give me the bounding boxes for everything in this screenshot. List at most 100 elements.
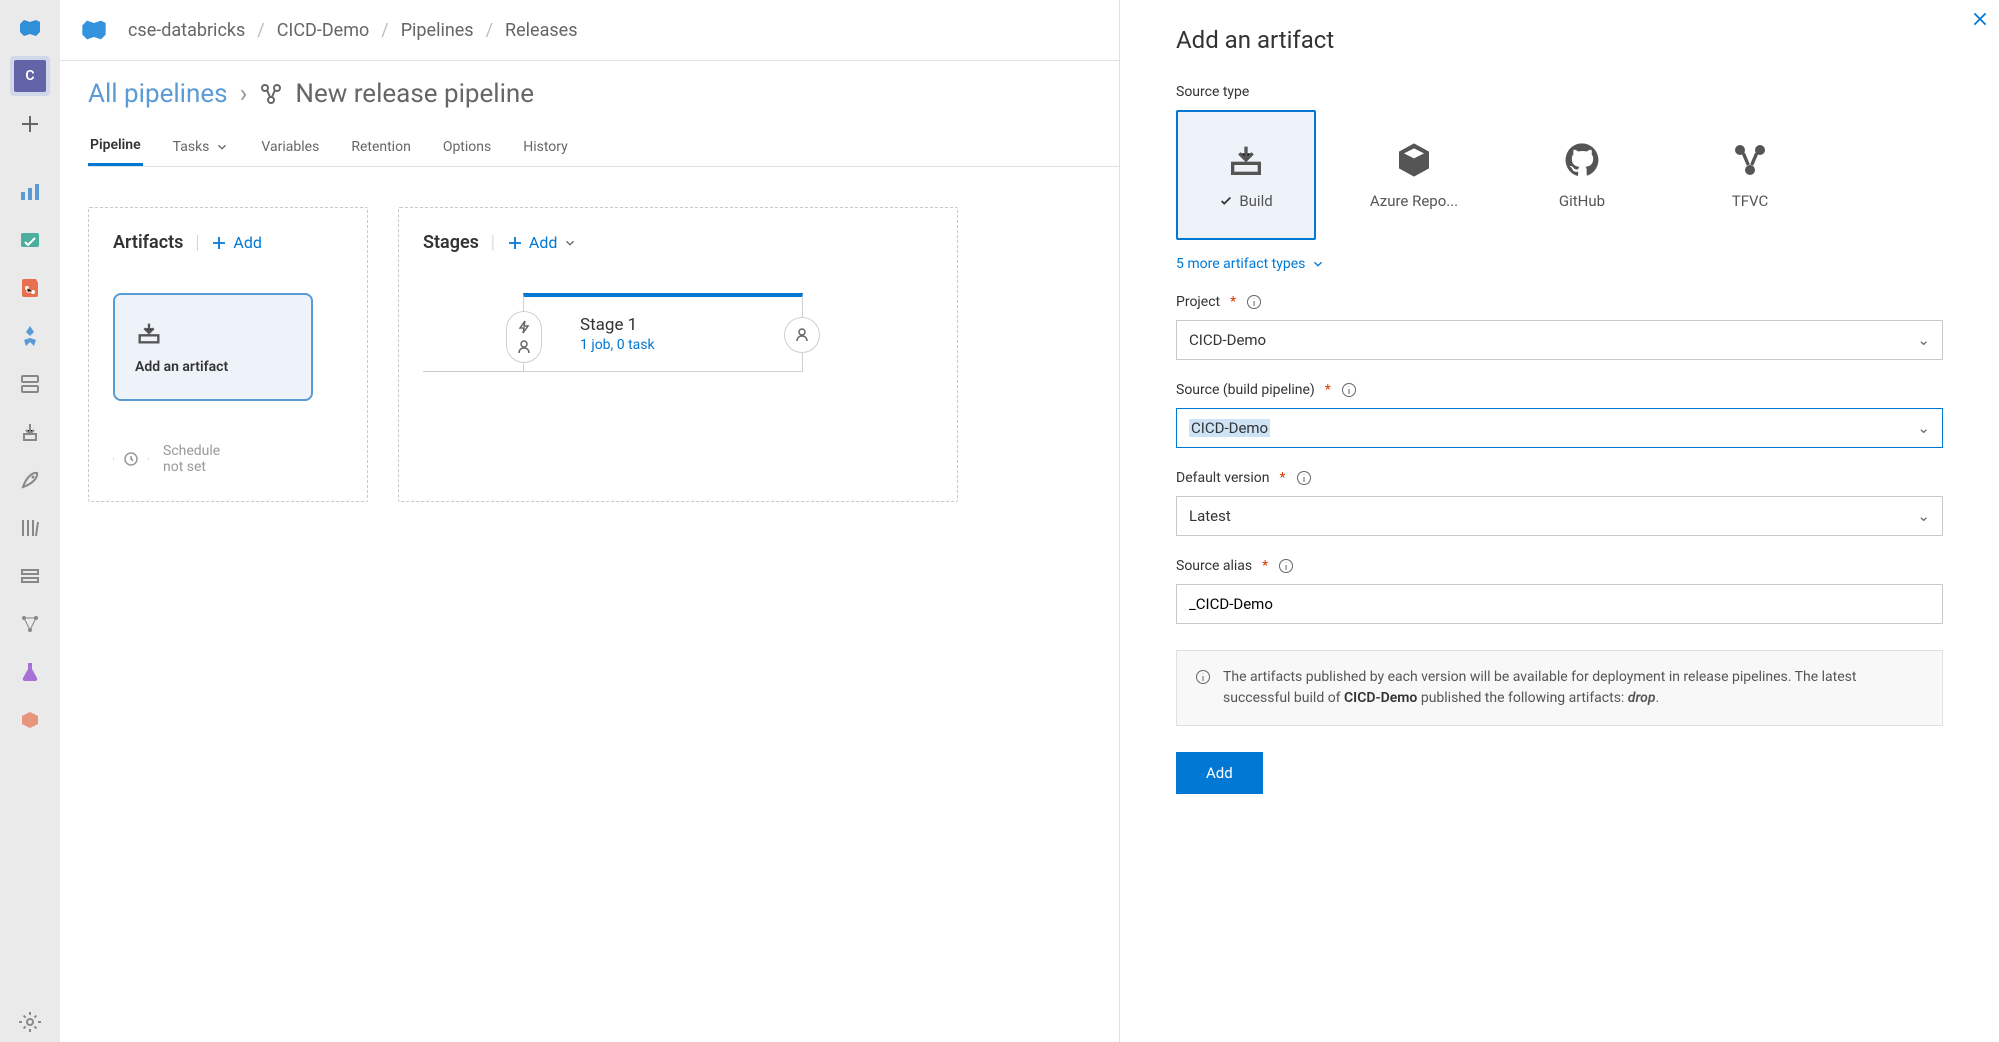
alias-input[interactable] [1176,584,1943,624]
stage-tasks-link[interactable]: 1 job, 0 task [580,337,782,353]
flask-icon [18,660,42,684]
server-icon [18,372,42,396]
nav-pipelines[interactable] [10,316,50,356]
add-button[interactable]: Add [1176,752,1263,794]
add-artifact-panel: Add an artifact Source type Build Azure … [1119,0,1999,1042]
info-icon [1195,669,1211,685]
post-deploy-conditions[interactable] [784,317,820,353]
tfvc-icon [1730,140,1770,180]
source-type-tfvc[interactable]: TFVC [1680,110,1820,240]
github-icon [1562,140,1602,180]
stages-heading: Stages [423,232,479,253]
nav-repos[interactable] [10,268,50,308]
azure-repo-icon [1394,140,1434,180]
add-artifact-link[interactable]: Add [211,233,261,252]
tasks-icon [18,564,42,588]
nav-settings[interactable] [10,1002,50,1042]
tab-options[interactable]: Options [441,127,493,166]
source-label: Source (build pipeline) [1176,382,1315,398]
build-icon [135,319,163,347]
add-stage-link[interactable]: Add [507,233,577,252]
source-select[interactable]: CICD-Demo⌄ [1176,408,1943,448]
alias-label: Source alias [1176,558,1252,574]
info-message: The artifacts published by each version … [1176,650,1943,726]
nav-taskgroups[interactable] [10,556,50,596]
nav-overview[interactable] [10,172,50,212]
crumb-pipelines[interactable]: Pipelines [401,20,474,41]
person-icon [794,327,810,343]
info-icon[interactable] [1296,470,1312,486]
devops-icon [18,16,42,40]
info-icon[interactable] [1341,382,1357,398]
crumb-releases[interactable]: Releases [505,20,577,41]
devops-icon [80,16,108,44]
person-icon [516,339,532,355]
nodes-icon [18,612,42,636]
build-icon [1226,140,1266,180]
chevron-down-icon [215,140,229,154]
chevron-down-icon [563,236,577,250]
pre-deploy-conditions[interactable] [506,311,542,363]
chevron-down-icon [1311,257,1325,271]
nav-new[interactable] [10,104,50,144]
chart-icon [18,180,42,204]
artifacts-panel: Artifacts | Add Add an artifact Schedule… [88,207,368,502]
source-type-build[interactable]: Build [1176,110,1316,240]
project-label: Project [1176,294,1220,310]
repo-icon [18,276,42,300]
source-type-azure-repos[interactable]: Azure Repo... [1344,110,1484,240]
all-pipelines-link[interactable]: All pipelines [88,79,228,109]
nav-launch[interactable] [10,460,50,500]
tab-pipeline[interactable]: Pipeline [88,127,143,166]
gear-icon [18,1010,42,1034]
crumb-org[interactable]: cse-databricks [128,20,245,41]
plus-icon [507,235,523,251]
rocket2-icon [18,468,42,492]
nav-artifacts[interactable] [10,700,50,740]
version-select[interactable]: Latest⌄ [1176,496,1943,536]
rocket-icon [18,324,42,348]
project-avatar[interactable]: C [10,56,50,96]
source-type-label: Source type [1176,84,1943,100]
trigger-icon [516,319,532,335]
deploy-icon [18,420,42,444]
info-icon[interactable] [1246,294,1262,310]
clock-icon [123,451,139,467]
plus-icon [18,112,42,136]
version-label: Default version [1176,470,1269,486]
info-icon[interactable] [1278,558,1294,574]
artifacts-heading: Artifacts [113,232,183,253]
nav-releases[interactable] [10,412,50,452]
package-icon [18,708,42,732]
nav-deploymentgroups[interactable] [10,604,50,644]
tab-history[interactable]: History [521,127,570,166]
pipeline-icon [259,82,283,106]
tab-variables[interactable]: Variables [259,127,321,166]
stage-card[interactable]: Stage 1 1 job, 0 task [523,293,803,372]
add-artifact-card[interactable]: Add an artifact [113,293,313,401]
nav-testplans[interactable] [10,652,50,692]
nav-environments[interactable] [10,364,50,404]
check-icon [1219,194,1233,208]
board-icon [18,228,42,252]
crumb-project[interactable]: CICD-Demo [277,20,370,41]
page-title: New release pipeline [295,79,534,109]
stages-panel: Stages | Add Stage 1 1 job, 0 task [398,207,958,502]
nav-library[interactable] [10,508,50,548]
close-icon [1971,10,1989,28]
chevron-right-icon: › [240,79,248,109]
panel-title: Add an artifact [1176,26,1943,54]
left-sidebar: C [0,0,60,1042]
devops-logo[interactable] [10,8,50,48]
library-icon [18,516,42,540]
source-type-github[interactable]: GitHub [1512,110,1652,240]
nav-boards[interactable] [10,220,50,260]
tab-tasks[interactable]: Tasks [171,127,232,166]
plus-icon [211,235,227,251]
project-select[interactable]: CICD-Demo⌄ [1176,320,1943,360]
more-artifact-types[interactable]: 5 more artifact types [1176,256,1943,272]
close-button[interactable] [1971,10,1989,32]
schedule-row[interactable]: Schedule not set [113,441,343,477]
tab-retention[interactable]: Retention [349,127,413,166]
stage-name: Stage 1 [580,315,782,335]
